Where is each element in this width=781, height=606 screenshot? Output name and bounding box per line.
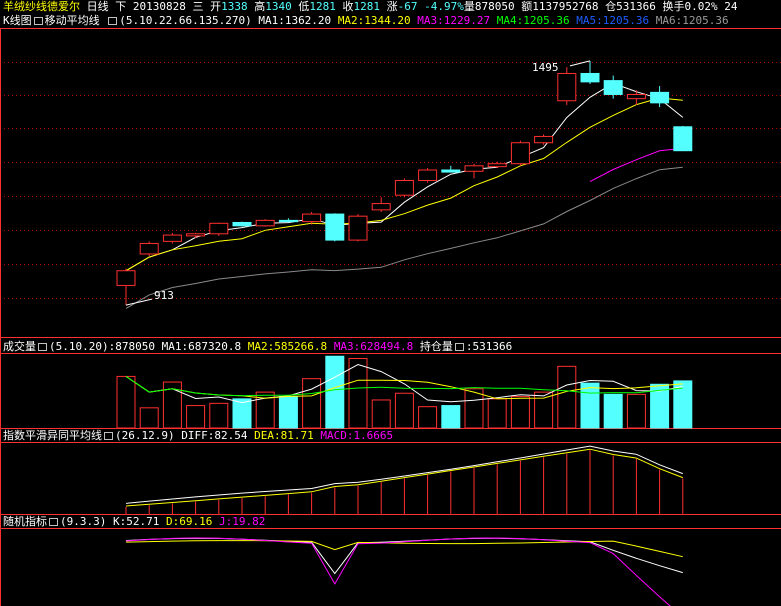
candle-up xyxy=(139,242,159,255)
candle-down xyxy=(673,126,693,152)
volume-bar-up xyxy=(116,375,136,429)
candle-down xyxy=(650,91,670,104)
candle-up xyxy=(209,222,229,235)
candle-up xyxy=(557,72,577,102)
low-annotation: 913 xyxy=(154,289,174,302)
chart-canvas[interactable]: 1495 913 xyxy=(0,0,781,606)
ma3-line xyxy=(589,147,683,183)
candle-down xyxy=(580,72,600,83)
low-annotation-line xyxy=(125,298,153,306)
candles xyxy=(116,60,693,306)
candle-down xyxy=(232,221,252,227)
candle-up xyxy=(255,219,275,227)
volume-bar-up xyxy=(557,365,577,429)
candle-up xyxy=(348,215,368,241)
candle-up xyxy=(116,270,136,286)
candle-up xyxy=(394,180,414,196)
macd-histogram xyxy=(125,450,684,514)
volume-bar-down xyxy=(441,405,461,429)
high-annotation-line xyxy=(569,60,591,67)
d-line xyxy=(125,540,683,558)
stock-chart-window: { "header": { "stock_name": "羊绒纱线德爱尔", "… xyxy=(0,0,781,606)
volume-bar-down xyxy=(278,396,298,429)
volume-bar-up xyxy=(209,402,229,429)
candle-up xyxy=(487,163,507,168)
panel-dividers xyxy=(0,28,781,606)
volume-bar-up xyxy=(464,388,484,429)
candle-up xyxy=(418,169,438,181)
candle-down xyxy=(441,169,461,173)
volume-bar-up xyxy=(418,406,438,429)
candle-up xyxy=(464,165,484,172)
volume-bar-down xyxy=(232,398,252,429)
candle-down xyxy=(603,80,623,95)
candle-down xyxy=(325,213,345,241)
volume-bar-up xyxy=(139,407,159,429)
volume-bar-up xyxy=(348,357,368,429)
candle-up xyxy=(534,135,554,144)
candle-down xyxy=(278,219,298,223)
candle-up xyxy=(626,93,646,100)
candle-up xyxy=(186,233,206,237)
volume-bar-down xyxy=(325,355,345,429)
volume-bar-up xyxy=(534,391,554,429)
volume-bar-up xyxy=(487,398,507,429)
volume-bar-down xyxy=(603,393,623,429)
candle-up xyxy=(371,203,391,211)
candle-up xyxy=(302,213,322,223)
volume-bars xyxy=(116,355,693,429)
candle-up xyxy=(162,234,182,242)
j-line xyxy=(125,537,671,606)
kdj-lines xyxy=(125,537,683,606)
high-annotation: 1495 xyxy=(532,61,559,74)
volume-bar-down xyxy=(580,382,600,429)
volume-bar-up xyxy=(186,405,206,429)
volume-bar-up xyxy=(626,393,646,429)
volume-bar-up xyxy=(371,399,391,429)
volume-bar-up xyxy=(394,392,414,429)
volume-bar-up xyxy=(510,396,530,429)
candle-up xyxy=(510,142,530,165)
